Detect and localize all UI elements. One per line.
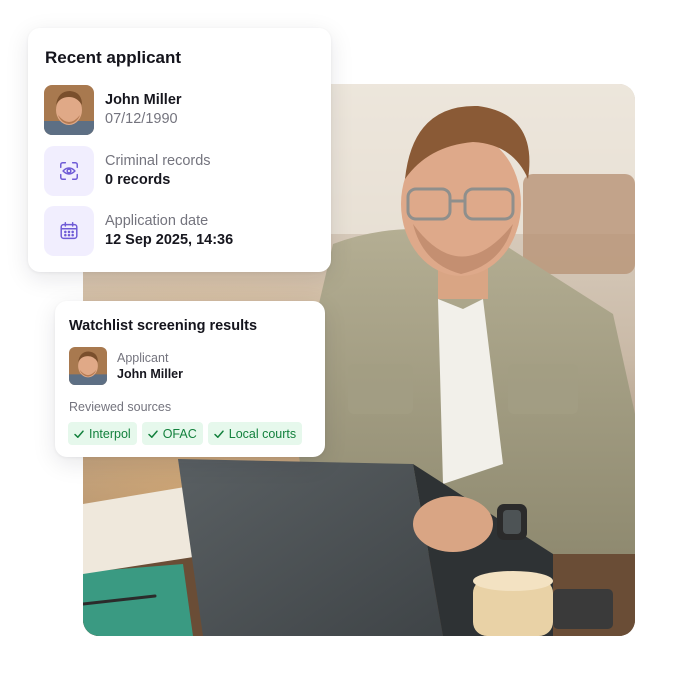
application-date-row: Application date 12 Sep 2025, 14:36 (44, 206, 233, 256)
eye-scan-icon (44, 146, 94, 196)
source-chip-label: Interpol (89, 426, 131, 441)
check-icon (147, 429, 158, 438)
application-date-value: 12 Sep 2025, 14:36 (105, 232, 234, 248)
applicant-row[interactable]: John Miller 07/12/1990 (44, 85, 182, 135)
criminal-records-row: Criminal records 0 records (44, 146, 211, 196)
source-chip-local-courts: Local courts (207, 422, 303, 445)
avatar (69, 347, 107, 385)
applicant-name: John Miller (117, 367, 183, 381)
card-title: Recent applicant (45, 48, 182, 67)
source-chip-ofac: OFAC (141, 422, 203, 445)
card-title: Watchlist screening results (69, 318, 258, 334)
watchlist-card: Watchlist screening results Applicant Jo… (55, 301, 325, 457)
reviewed-sources-label: Reviewed sources (69, 400, 172, 414)
hero-visual: Recent applicant John Miller 07/12/1990 (0, 0, 690, 690)
applicant-label: Applicant (117, 350, 169, 365)
avatar (44, 85, 94, 135)
criminal-records-label: Criminal records (105, 153, 211, 170)
recent-applicant-card: Recent applicant John Miller 07/12/1990 (28, 28, 331, 272)
criminal-records-value: 0 records (105, 172, 171, 188)
source-chip-label: Local courts (228, 426, 297, 441)
applicant-name: John Miller (105, 92, 182, 109)
watchlist-applicant[interactable]: Applicant John Miller (69, 347, 183, 385)
check-icon (214, 429, 224, 438)
application-date-label: Application date (105, 213, 209, 230)
source-chip-label: OFAC (162, 426, 197, 441)
applicant-dob: 07/12/1990 (105, 111, 178, 127)
check-icon (74, 429, 84, 438)
calendar-icon (44, 206, 94, 256)
source-chip-interpol: Interpol (68, 422, 137, 445)
source-chips: Interpol OFAC Local courts (68, 422, 303, 445)
